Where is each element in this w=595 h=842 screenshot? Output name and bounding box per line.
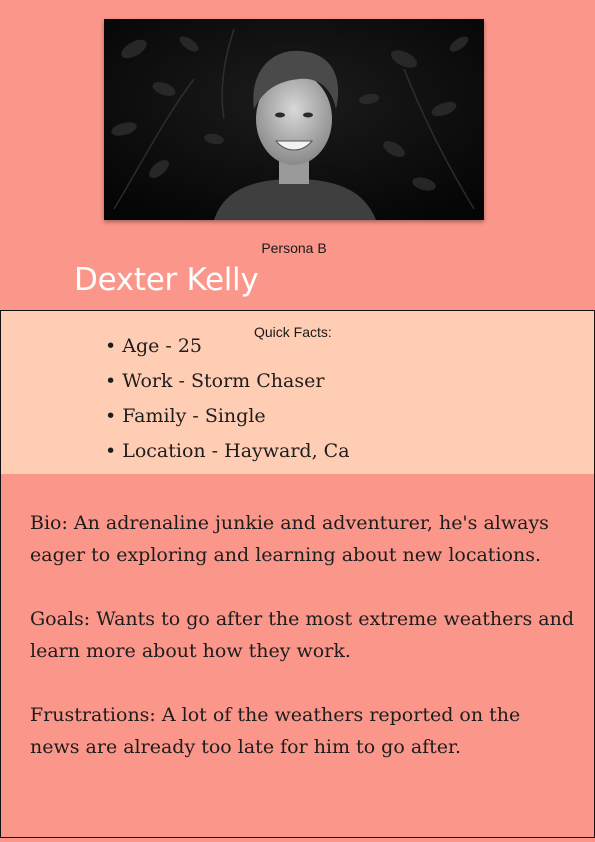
bullet-icon: •	[105, 335, 117, 357]
bullet-icon: •	[105, 405, 117, 427]
frustrations-paragraph: Frustrations: A lot of the weathers repo…	[30, 704, 521, 758]
goals-paragraph: Goals: Wants to go after the most extrem…	[30, 608, 575, 662]
details-text: Bio: An adrenaline junkie and adventurer…	[30, 507, 575, 795]
portrait-image	[104, 19, 484, 220]
bullet-icon: •	[105, 370, 117, 392]
bio-paragraph: Bio: An adrenaline junkie and adventurer…	[30, 512, 549, 566]
fact-location: • Location - Hayward, Ca	[105, 440, 350, 462]
fact-family: • Family - Single	[105, 405, 266, 427]
details-section: Bio: An adrenaline junkie and adventurer…	[0, 474, 595, 838]
persona-name: Dexter Kelly	[74, 262, 259, 298]
bullet-icon: •	[105, 440, 117, 462]
persona-photo	[104, 19, 484, 220]
quick-facts-section: Quick Facts: • Age - 25 • Work - Storm Cha…	[0, 310, 595, 475]
fact-age: • Age - 25	[105, 335, 203, 357]
persona-label: Persona B	[261, 240, 327, 256]
quick-facts-list: • Age - 25 • Work - Storm Chaser • Family -…	[105, 329, 350, 469]
fact-work: • Work - Storm Chaser	[105, 370, 325, 392]
